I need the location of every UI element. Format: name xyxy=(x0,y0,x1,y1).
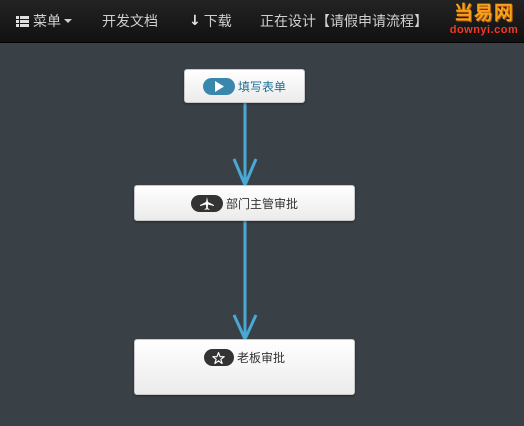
design-title: 正在设计【请假申请流程】 xyxy=(260,0,428,43)
docs-link[interactable]: 开发文档 xyxy=(102,0,158,43)
star-icon xyxy=(203,349,234,366)
menu-dropdown[interactable]: 菜单 xyxy=(16,0,72,43)
docs-label: 开发文档 xyxy=(102,14,158,30)
node-dept-approval[interactable]: 部门主管审批 xyxy=(134,185,355,221)
node-fill-form[interactable]: 填写表单 xyxy=(184,69,305,103)
node-label: 老板审批 xyxy=(236,351,285,365)
node-label: 部门主管审批 xyxy=(225,196,298,211)
site-logo: 当易网 downyi.com xyxy=(448,2,520,40)
connector-start-dept[interactable] xyxy=(232,103,258,189)
download-label: 下载 xyxy=(203,14,232,30)
play-icon xyxy=(202,77,235,95)
connector-dept-boss[interactable] xyxy=(232,221,258,343)
top-navbar: 菜单 开发文档 ↓ 下载 正在设计【请假申请流程】 当易网 downyi.com xyxy=(0,0,524,43)
arrow-down-icon: ↓ xyxy=(189,13,201,29)
menu-label: 菜单 xyxy=(33,14,61,30)
node-label: 填写表单 xyxy=(237,79,286,94)
logo-cn-text: 当易网 xyxy=(453,2,514,24)
plane-icon xyxy=(190,194,223,212)
caret-down-icon xyxy=(64,19,72,23)
download-link[interactable]: ↓ 下载 xyxy=(189,0,232,43)
flow-canvas[interactable]: 填写表单 部门主管审批 老板审批 xyxy=(0,43,524,426)
design-label: 正在设计【请假申请流程】 xyxy=(260,14,428,30)
list-icon xyxy=(16,15,29,27)
logo-en-text: downyi.com xyxy=(449,24,519,36)
node-boss-approval[interactable]: 老板审批 xyxy=(134,339,355,395)
